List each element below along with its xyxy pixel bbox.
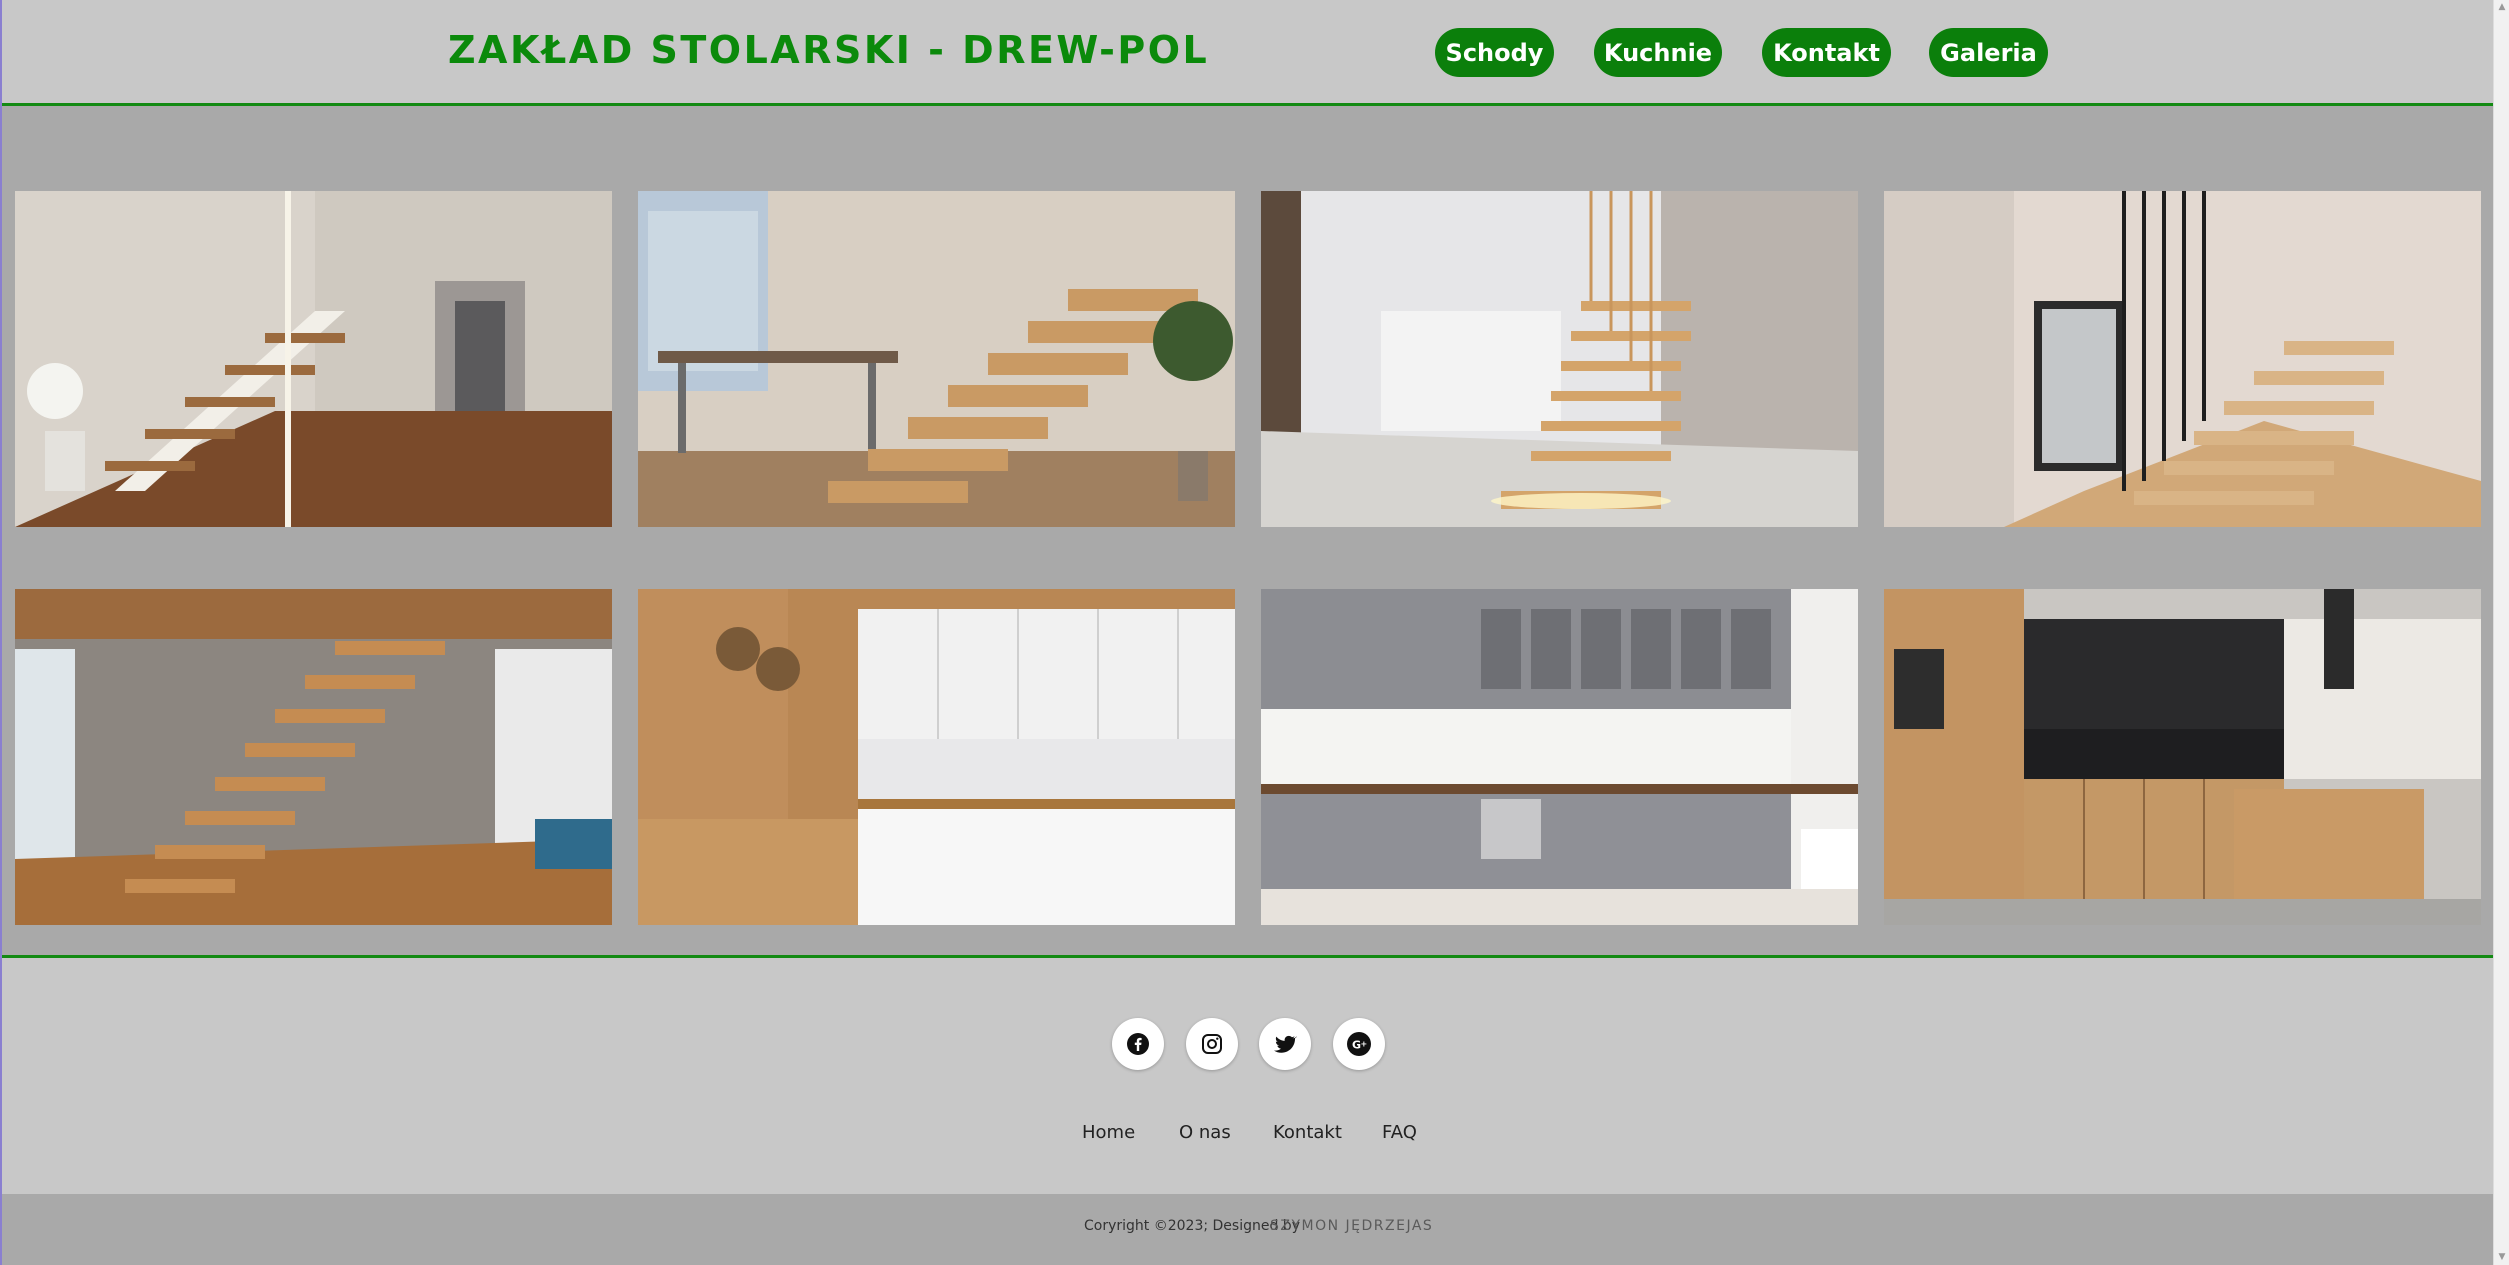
copyright-bar: Coryright ©2023; Designed by SZYMON JĘDR… xyxy=(2,1194,2495,1265)
scroll-down-arrow-icon[interactable]: ▼ xyxy=(2497,1252,2507,1262)
google-plus-icon[interactable]: G + xyxy=(1333,1018,1385,1070)
nav-galeria-button[interactable]: Galeria xyxy=(1929,28,2048,77)
facebook-icon[interactable] xyxy=(1112,1018,1164,1070)
site-header: ZAKŁAD STOLARSKI - DREW-POL Schody Kuchn… xyxy=(2,0,2495,106)
gallery-image-stairs-2[interactable] xyxy=(638,191,1235,527)
site-title: ZAKŁAD STOLARSKI - DREW-POL xyxy=(448,28,1210,72)
gallery-image-kitchen-1[interactable] xyxy=(638,589,1235,925)
page: ZAKŁAD STOLARSKI - DREW-POL Schody Kuchn… xyxy=(0,0,2495,1265)
footer-link-o-nas[interactable]: O nas xyxy=(1179,1122,1231,1143)
scroll-up-arrow-icon[interactable]: ▲ xyxy=(2497,2,2507,12)
copyright-text: Coryright ©2023; Designed by xyxy=(1084,1218,1300,1234)
twitter-icon[interactable] xyxy=(1259,1018,1311,1070)
gallery-image-kitchen-2[interactable] xyxy=(1261,589,1858,925)
footer-link-home[interactable]: Home xyxy=(1082,1122,1135,1143)
gallery-image-kitchen-3[interactable] xyxy=(1884,589,2481,925)
gallery-image-stairs-1[interactable] xyxy=(15,191,612,527)
footer-link-kontakt[interactable]: Kontakt xyxy=(1273,1122,1342,1143)
footer-link-faq[interactable]: FAQ xyxy=(1382,1122,1417,1143)
gallery-image-stairs-5[interactable] xyxy=(15,589,612,925)
gallery-image-stairs-3[interactable] xyxy=(1261,191,1858,527)
gallery-image-stairs-4[interactable] xyxy=(1884,191,2481,527)
svg-text:+: + xyxy=(1361,1040,1368,1049)
instagram-icon[interactable] xyxy=(1186,1018,1238,1070)
nav-schody-button[interactable]: Schody xyxy=(1435,28,1554,77)
gallery xyxy=(2,109,2495,956)
nav-kontakt-button[interactable]: Kontakt xyxy=(1762,28,1891,77)
site-footer: G + Home O nas Kontakt FAQ xyxy=(2,958,2495,1194)
designer-link[interactable]: SZYMON JĘDRZEJAS xyxy=(1270,1218,1433,1234)
vertical-scrollbar[interactable]: ▲ ▼ xyxy=(2493,0,2509,1265)
nav-kuchnie-button[interactable]: Kuchnie xyxy=(1594,28,1722,77)
